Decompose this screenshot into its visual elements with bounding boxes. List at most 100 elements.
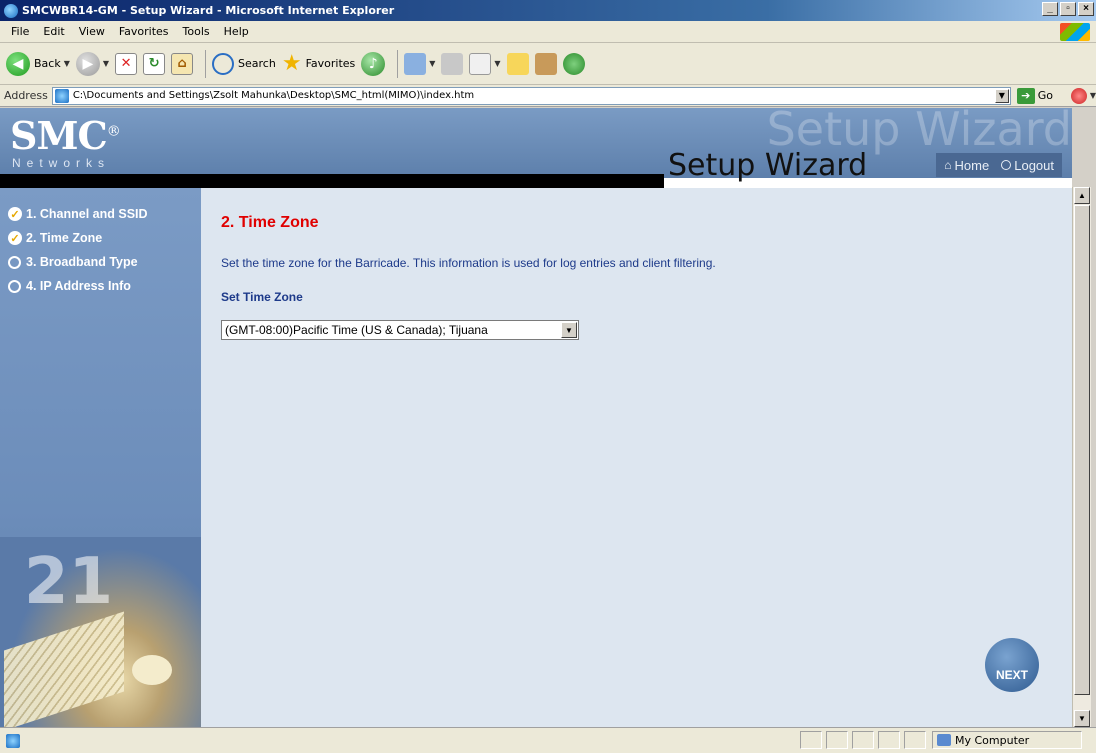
menu-favorites[interactable]: Favorites [112,25,176,38]
home-link[interactable]: ⌂ Home [944,158,989,173]
minimize-button[interactable]: _ [1042,2,1058,16]
windows-logo-icon [1060,23,1090,41]
status-pane [800,731,822,749]
wizard-steps: ✓ 1. Channel and SSID ✓ 2. Time Zone 3. … [8,202,148,298]
page-description: Set the time zone for the Barricade. Thi… [221,256,716,270]
links-dropdown-icon[interactable]: ▼ [1090,91,1096,100]
mail-dropdown-icon[interactable]: ▼ [429,59,435,68]
home-button[interactable]: ⌂ [171,52,194,75]
logout-link[interactable]: Logout [1001,158,1054,173]
page-icon [54,88,69,103]
time-zone-label: Set Time Zone [221,290,303,304]
window-title: SMCWBR14-GM - Setup Wizard - Microsoft I… [22,4,395,17]
stop-button[interactable]: ✕ [115,52,138,75]
menu-tools[interactable]: Tools [176,25,217,38]
messenger-button[interactable] [562,52,585,75]
links-icon[interactable] [1071,87,1087,104]
go-button[interactable]: ➔ Go [1016,87,1054,104]
chevron-down-icon[interactable]: ▼ [561,322,577,338]
scroll-up-icon[interactable]: ▲ [1074,187,1090,204]
refresh-icon: ↻ [143,52,166,75]
menu-view[interactable]: View [72,25,112,38]
back-button[interactable]: ◀ Back ▼ [6,51,70,76]
time-zone-value: (GMT-08:00)Pacific Time (US & Canada); T… [225,323,488,337]
computer-icon [937,734,951,746]
smc-logo: SMC® [10,113,121,158]
menu-file[interactable]: File [4,25,36,38]
page-content: SMC® Networks Setup Wizard Setup Wizard … [0,108,1072,727]
print-button[interactable] [441,52,464,75]
status-panes [800,731,926,749]
smc-header: SMC® Networks Setup Wizard Setup Wizard … [0,108,1072,188]
discuss-button[interactable] [506,52,529,75]
security-zone: My Computer [932,731,1082,749]
status-pane [878,731,900,749]
step-label: 4. IP Address Info [26,279,131,293]
menu-edit[interactable]: Edit [36,25,71,38]
time-zone-select[interactable]: (GMT-08:00)Pacific Time (US & Canada); T… [221,320,579,340]
media-button[interactable]: ♪ [361,51,386,76]
back-label: Back [34,57,61,70]
edit-dropdown-icon[interactable]: ▼ [494,59,500,68]
status-pane [826,731,848,749]
discuss-icon [506,52,529,75]
zone-label: My Computer [955,733,1030,747]
smc-networks-text: Networks [12,156,111,170]
logout-icon [1001,160,1012,170]
empty-circle-icon [8,279,21,293]
address-dropdown-icon[interactable]: ▼ [994,88,1009,103]
search-button[interactable]: Search [212,52,276,75]
check-icon: ✓ [8,207,22,221]
maximize-button[interactable]: ▫ [1060,2,1076,16]
address-input[interactable]: C:\Documents and Settings\Zsolt Mahunka\… [51,86,1011,105]
step-broadband-type[interactable]: 3. Broadband Type [8,250,148,274]
mouse-image [132,655,172,685]
back-dropdown-icon[interactable]: ▼ [64,59,70,68]
search-label: Search [238,57,276,70]
step-ip-address-info[interactable]: 4. IP Address Info [8,274,148,298]
messenger-icon [562,52,585,75]
favorites-button[interactable]: ★ Favorites [282,51,355,76]
check-icon: ✓ [8,231,22,245]
wizard-sidebar: ✓ 1. Channel and SSID ✓ 2. Time Zone 3. … [0,188,201,727]
step-label: 1. Channel and SSID [26,207,148,221]
edit-word-icon [469,52,492,75]
mail-icon [404,52,427,75]
header-divider [0,174,664,188]
wizard-title: Setup Wizard [668,148,868,183]
toolbar: ◀ Back ▼ ▶ ▼ ✕ ↻ ⌂ Search ★ Favorites ♪ [0,43,1096,85]
mail-button[interactable]: ▼ [404,52,435,75]
forward-button[interactable]: ▶ ▼ [75,51,109,76]
step-time-zone[interactable]: ✓ 2. Time Zone [8,226,148,250]
vertical-scrollbar[interactable]: ▲ ▼ [1072,187,1091,727]
empty-circle-icon [8,255,21,269]
window-controls: _ ▫ × [1042,2,1094,16]
forward-dropdown-icon[interactable]: ▼ [103,59,109,68]
toolbar-separator [397,49,399,78]
scroll-thumb[interactable] [1074,205,1090,695]
page-title: 2. Time Zone [221,214,319,231]
stop-icon: ✕ [115,52,138,75]
ie-icon [4,3,18,18]
edit-button[interactable]: ▼ [469,52,501,75]
step-channel-ssid[interactable]: ✓ 1. Channel and SSID [8,202,148,226]
search-icon [212,52,235,75]
refresh-button[interactable]: ↻ [143,52,166,75]
menu-help[interactable]: Help [217,25,256,38]
status-pane [852,731,874,749]
go-label: Go [1037,89,1054,102]
status-pane [904,731,926,749]
research-button[interactable] [534,52,557,75]
next-button[interactable]: NEXT [985,638,1039,692]
close-button[interactable]: × [1078,2,1094,16]
browser-window: SMCWBR14-GM - Setup Wizard - Microsoft I… [0,0,1096,753]
main-panel: 2. Time Zone Set the time zone for the B… [201,188,1072,727]
forward-arrow-icon: ▶ [75,51,100,76]
scroll-down-icon[interactable]: ▼ [1074,710,1090,727]
research-icon [534,52,557,75]
menu-bar: File Edit View Favorites Tools Help [0,21,1096,43]
header-links: ⌂ Home Logout [936,153,1062,177]
favorites-label: Favorites [305,57,356,70]
address-label: Address [4,89,48,102]
house-icon: ⌂ [944,158,952,172]
